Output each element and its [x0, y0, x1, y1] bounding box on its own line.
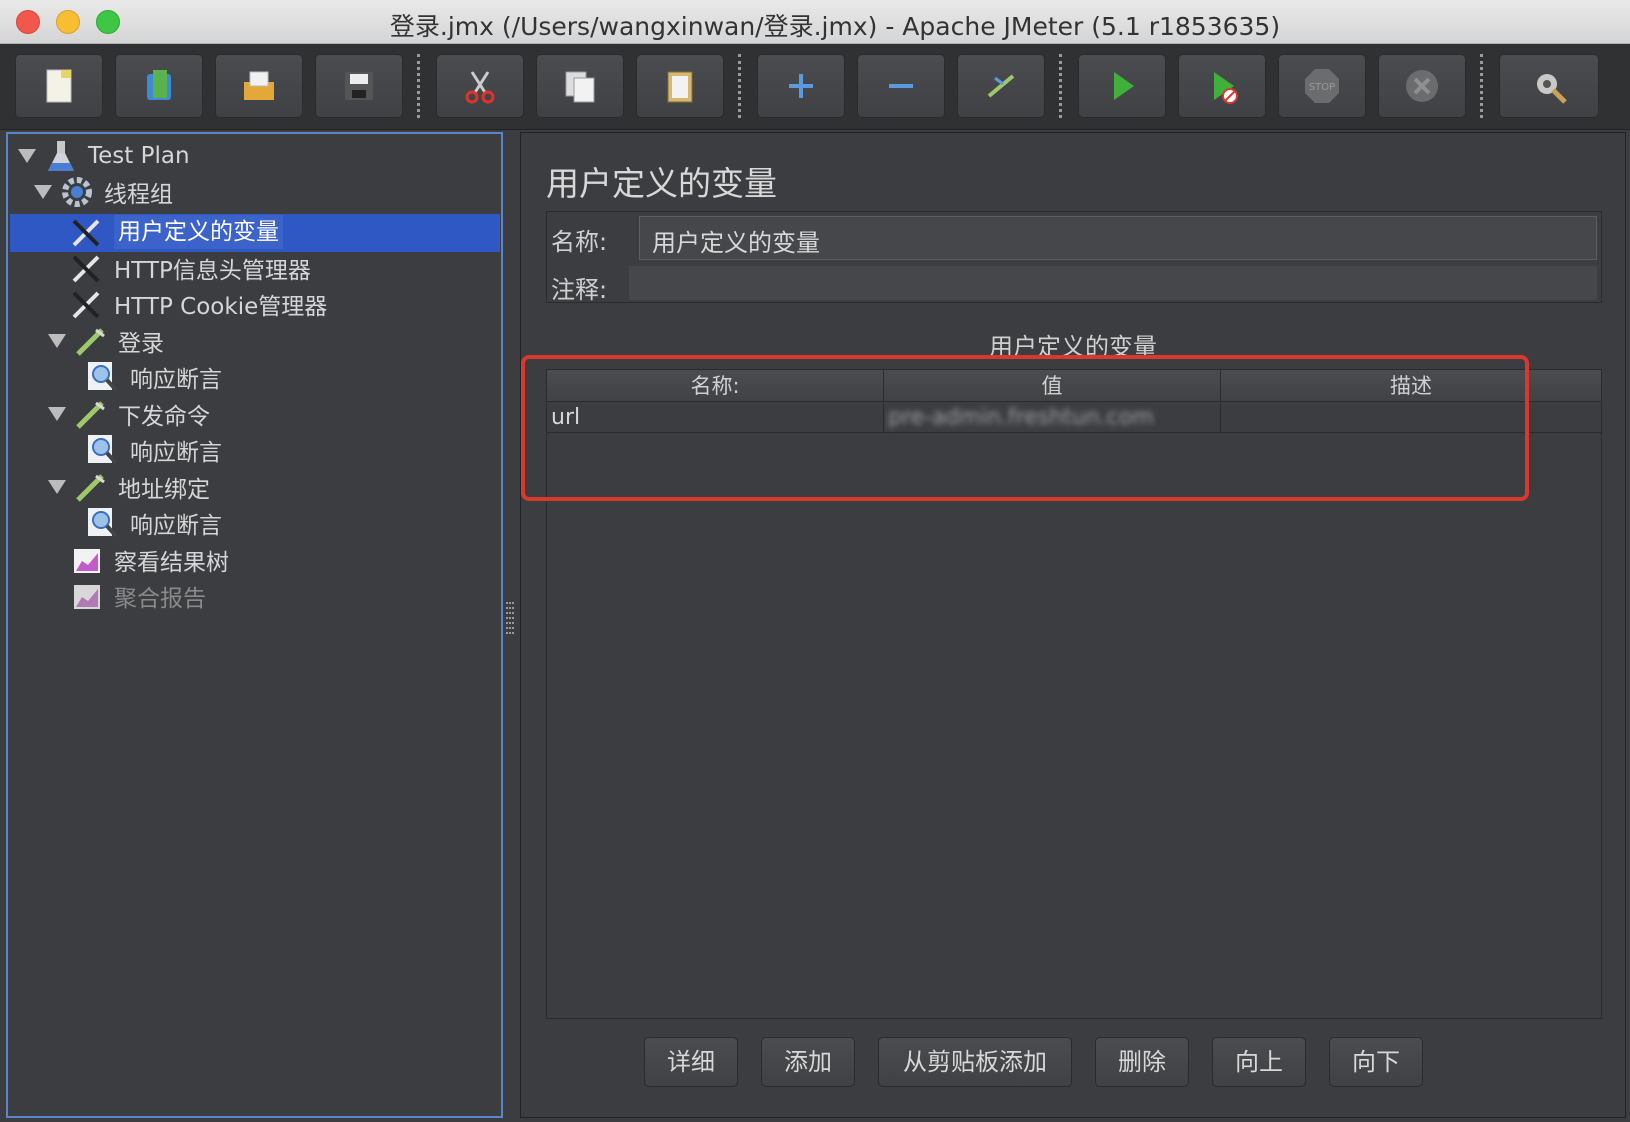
- tree-item-label: 地址绑定: [118, 477, 210, 503]
- table-action-buttons: 详细 添加 从剪贴板添加 删除 向上 向下: [521, 1037, 1625, 1091]
- tree-item-label: 聚合报告: [114, 586, 206, 612]
- tree-item-label: HTTP信息头管理器: [114, 258, 311, 284]
- toolbar: STOP: [0, 44, 1630, 130]
- expand-icon: [789, 74, 813, 98]
- name-field[interactable]: 用户定义的变量: [639, 216, 1597, 260]
- tree-item-send-command[interactable]: 下发命令: [48, 396, 210, 432]
- sampler-icon: [76, 328, 105, 356]
- toggle-icon: [987, 74, 1015, 98]
- magnifier-icon: [88, 362, 118, 392]
- add-button[interactable]: 添加: [761, 1037, 855, 1087]
- templates-button[interactable]: [115, 54, 203, 118]
- expand-arrow-icon[interactable]: [34, 185, 52, 199]
- paste-icon: [667, 71, 693, 103]
- tree-item-response-assertion[interactable]: 响应断言: [86, 359, 222, 395]
- tree-item-response-assertion[interactable]: 响应断言: [86, 505, 222, 541]
- sampler-icon: [76, 474, 105, 502]
- cut-icon: [465, 71, 495, 104]
- delete-button[interactable]: 删除: [1095, 1037, 1189, 1087]
- tree-item-response-assertion[interactable]: 响应断言: [86, 432, 222, 468]
- tree-item-view-results-tree[interactable]: 察看结果树: [70, 542, 229, 578]
- tree-item-aggregate-report[interactable]: 聚合报告: [70, 578, 206, 614]
- expand-arrow-icon[interactable]: [18, 149, 36, 163]
- save-icon: [345, 72, 373, 100]
- stop-icon: STOP: [1305, 69, 1339, 103]
- open-button[interactable]: [215, 54, 303, 118]
- graph-icon: [74, 585, 100, 609]
- expand-arrow-icon[interactable]: [48, 407, 66, 421]
- editor-panel: 用户定义的变量 名称: 用户定义的变量 注释: 用户定义的变量 名称: 值 描述…: [520, 132, 1626, 1118]
- start-icon: [1114, 72, 1134, 100]
- start-no-pause-icon: [1214, 72, 1238, 104]
- tree-item-label: 响应断言: [130, 513, 222, 539]
- move-up-button[interactable]: 向上: [1212, 1037, 1306, 1087]
- templates-icon: [147, 70, 171, 100]
- tree-item-thread-group[interactable]: 线程组: [34, 174, 173, 210]
- tree-item-label: 察看结果树: [114, 550, 229, 576]
- toggle-button[interactable]: [957, 54, 1045, 118]
- shutdown-button[interactable]: [1378, 54, 1466, 118]
- window-title: 登录.jmx (/Users/wangxinwan/登录.jmx) - Apac…: [389, 12, 1281, 41]
- copy-icon: [565, 71, 595, 103]
- toolbar-separator: [1480, 54, 1483, 118]
- tree-item-user-defined-variables[interactable]: 用户定义的变量: [70, 214, 283, 250]
- comment-field[interactable]: [629, 266, 1597, 300]
- tree-item-label: 用户定义的变量: [114, 215, 283, 249]
- wrench-icon: [72, 255, 100, 283]
- magnifier-icon: [88, 435, 118, 465]
- expand-arrow-icon[interactable]: [48, 480, 66, 494]
- stop-button[interactable]: STOP: [1278, 54, 1366, 118]
- new-icon: [46, 69, 72, 103]
- add-from-clipboard-button[interactable]: 从剪贴板添加: [878, 1037, 1072, 1087]
- collapse-button[interactable]: [857, 54, 945, 118]
- expand-button[interactable]: [757, 54, 845, 118]
- sampler-icon: [76, 401, 105, 429]
- move-down-button[interactable]: 向下: [1329, 1037, 1423, 1087]
- detail-button[interactable]: 详细: [644, 1037, 738, 1087]
- svg-text:STOP: STOP: [1309, 82, 1335, 93]
- graph-icon: [74, 549, 100, 573]
- clear-icon: [1537, 74, 1567, 104]
- flask-icon: [48, 141, 74, 171]
- save-button[interactable]: [315, 54, 403, 118]
- new-button[interactable]: [15, 54, 103, 118]
- toolbar-separator: [1059, 54, 1062, 118]
- tree-item-label: 响应断言: [130, 367, 222, 393]
- toolbar-separator: [738, 54, 741, 118]
- annotation-highlight-box: [521, 355, 1529, 501]
- comment-label: 注释:: [551, 276, 608, 304]
- tree-item-label: Test Plan: [88, 143, 190, 169]
- toolbar-separator: [417, 54, 420, 118]
- wrench-icon: [72, 219, 100, 247]
- collapse-icon: [889, 84, 913, 88]
- clear-button[interactable]: [1499, 54, 1599, 118]
- magnifier-icon: [88, 508, 118, 538]
- tree-item-label: HTTP Cookie管理器: [114, 294, 328, 320]
- tree-item-label: 下发命令: [118, 404, 210, 430]
- cut-button[interactable]: [436, 54, 524, 118]
- start-button[interactable]: [1078, 54, 1166, 118]
- tree-item-label: 响应断言: [130, 440, 222, 466]
- tree-item-http-cookie-manager[interactable]: HTTP Cookie管理器: [70, 286, 327, 322]
- split-pane-divider[interactable]: [504, 600, 516, 640]
- shutdown-icon: [1406, 70, 1438, 102]
- start-no-pause-button[interactable]: [1178, 54, 1266, 118]
- tree-item-label: 登录: [118, 331, 164, 357]
- title-bar: 登录.jmx (/Users/wangxinwan/登录.jmx) - Apac…: [0, 0, 1630, 44]
- test-plan-tree: Test Plan 线程组 用户定义的变量 HTTP信息头管理器 HTTP Co…: [6, 132, 503, 1118]
- open-icon: [244, 71, 274, 100]
- wrench-icon: [72, 291, 100, 319]
- paste-button[interactable]: [636, 54, 724, 118]
- tree-item-test-plan[interactable]: Test Plan: [18, 138, 190, 174]
- tree-item-address-binding[interactable]: 地址绑定: [48, 469, 210, 505]
- tree-item-label: 线程组: [104, 182, 173, 208]
- copy-button[interactable]: [536, 54, 624, 118]
- name-label: 名称:: [551, 228, 608, 256]
- name-comment-form: 名称: 用户定义的变量 注释:: [546, 211, 1602, 304]
- expand-arrow-icon[interactable]: [48, 334, 66, 348]
- gear-icon: [62, 177, 92, 207]
- tree-item-http-header-manager[interactable]: HTTP信息头管理器: [70, 250, 311, 286]
- tree-item-login[interactable]: 登录: [48, 323, 164, 359]
- panel-title: 用户定义的变量: [546, 164, 777, 203]
